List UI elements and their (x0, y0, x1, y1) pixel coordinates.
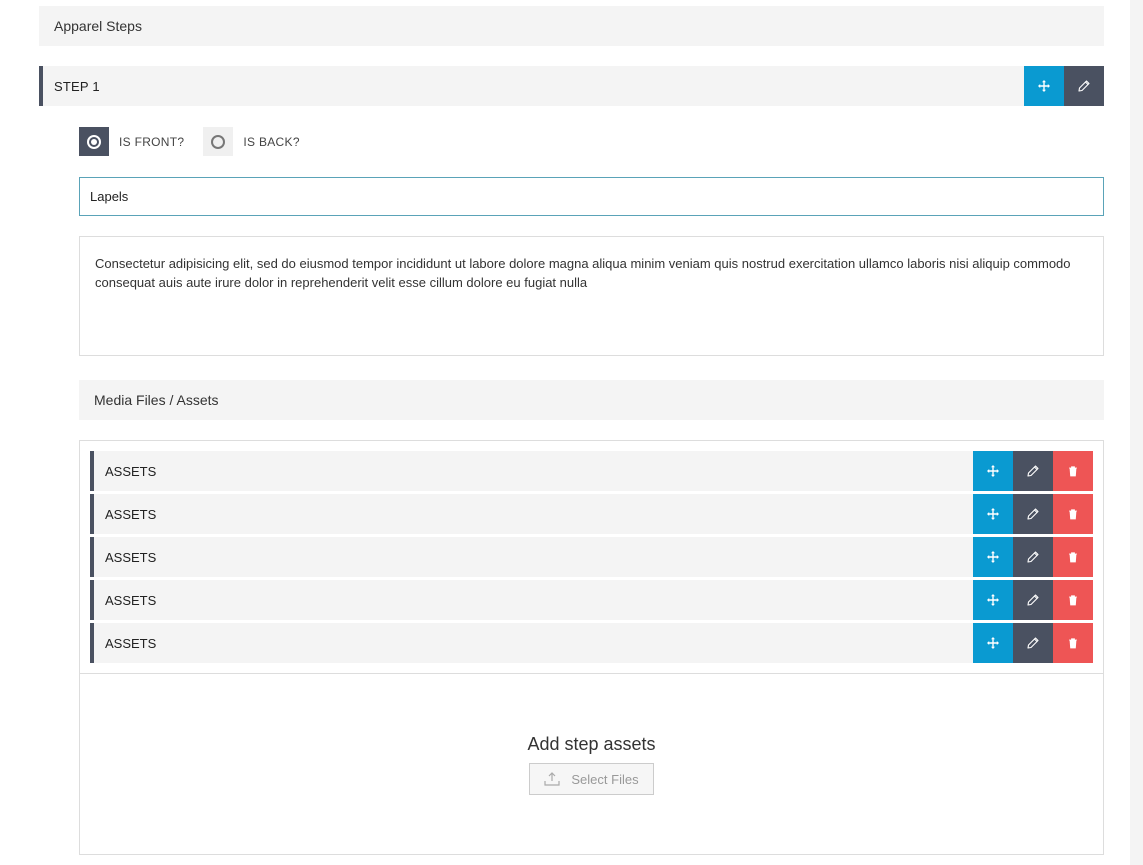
asset-label: ASSETS (105, 549, 157, 565)
move-icon (1038, 80, 1050, 92)
move-icon (987, 465, 999, 477)
upload-icon (544, 772, 560, 786)
trash-icon (1069, 638, 1077, 649)
asset-edit-button[interactable] (1013, 623, 1053, 663)
pencil-icon (1027, 465, 1039, 477)
step-edit-button[interactable] (1064, 66, 1104, 106)
asset-move-button[interactable] (973, 580, 1013, 620)
pencil-icon (1027, 637, 1039, 649)
media-files-title: Media Files / Assets (94, 392, 219, 408)
trash-icon (1069, 466, 1077, 477)
radio-selected-icon (87, 134, 101, 149)
asset-delete-button[interactable] (1053, 537, 1093, 577)
asset-move-button[interactable] (973, 623, 1013, 663)
pencil-icon (1027, 508, 1039, 520)
select-files-label: Select Files (571, 771, 639, 787)
trash-icon (1069, 509, 1077, 520)
select-files-button[interactable]: Select Files (529, 763, 654, 795)
is-back-radio[interactable] (203, 127, 234, 156)
asset-edit-button[interactable] (1013, 537, 1053, 577)
asset-row: ASSETS (90, 494, 1093, 534)
apparel-steps-header: Apparel Steps (39, 6, 1104, 46)
step-bar: STEP 1 (39, 66, 1104, 106)
step-description-textarea[interactable]: Consectetur adipisicing elit, sed do eiu… (79, 236, 1104, 356)
apparel-steps-title: Apparel Steps (54, 18, 142, 34)
move-icon (987, 551, 999, 563)
asset-label: ASSETS (105, 506, 157, 522)
add-step-assets-title: Add step assets (527, 734, 656, 754)
move-icon (987, 508, 999, 520)
asset-delete-button[interactable] (1053, 494, 1093, 534)
asset-delete-button[interactable] (1053, 451, 1093, 491)
step-label: STEP 1 (54, 78, 100, 94)
asset-delete-button[interactable] (1053, 580, 1093, 620)
move-icon (987, 594, 999, 606)
front-back-radio-group: IS FRONT? IS BACK? (79, 127, 319, 156)
asset-move-button[interactable] (973, 494, 1013, 534)
asset-move-button[interactable] (973, 537, 1013, 577)
divider (80, 673, 1103, 674)
asset-label: ASSETS (105, 463, 157, 479)
pencil-icon (1027, 551, 1039, 563)
radio-unselected-icon (211, 134, 226, 149)
is-front-label[interactable]: IS FRONT? (119, 135, 184, 149)
asset-delete-button[interactable] (1053, 623, 1093, 663)
is-front-radio[interactable] (79, 127, 109, 156)
pencil-icon (1078, 80, 1090, 92)
asset-edit-button[interactable] (1013, 494, 1053, 534)
asset-row: ASSETS (90, 451, 1093, 491)
asset-edit-button[interactable] (1013, 451, 1053, 491)
asset-move-button[interactable] (973, 451, 1013, 491)
move-icon (987, 637, 999, 649)
trash-icon (1069, 595, 1077, 606)
page: Apparel Steps STEP 1 IS FRONT? IS BACK? … (0, 0, 1143, 865)
trash-icon (1069, 552, 1077, 563)
step-move-button[interactable] (1024, 66, 1064, 106)
asset-edit-button[interactable] (1013, 580, 1053, 620)
asset-row: ASSETS (90, 537, 1093, 577)
asset-row: ASSETS (90, 580, 1093, 620)
asset-label: ASSETS (105, 635, 157, 651)
asset-label: ASSETS (105, 592, 157, 608)
is-back-label[interactable]: IS BACK? (243, 135, 299, 149)
step-name-input[interactable] (79, 177, 1104, 216)
asset-row: ASSETS (90, 623, 1093, 663)
asset-list: ASSETS ASSETS ASSETS ASSETS ASSETS (90, 451, 1093, 666)
scrollbar-track[interactable] (1130, 0, 1143, 865)
media-files-header: Media Files / Assets (79, 380, 1104, 420)
pencil-icon (1027, 594, 1039, 606)
assets-panel: ASSETS ASSETS ASSETS ASSETS ASSETS Add s… (79, 440, 1104, 855)
